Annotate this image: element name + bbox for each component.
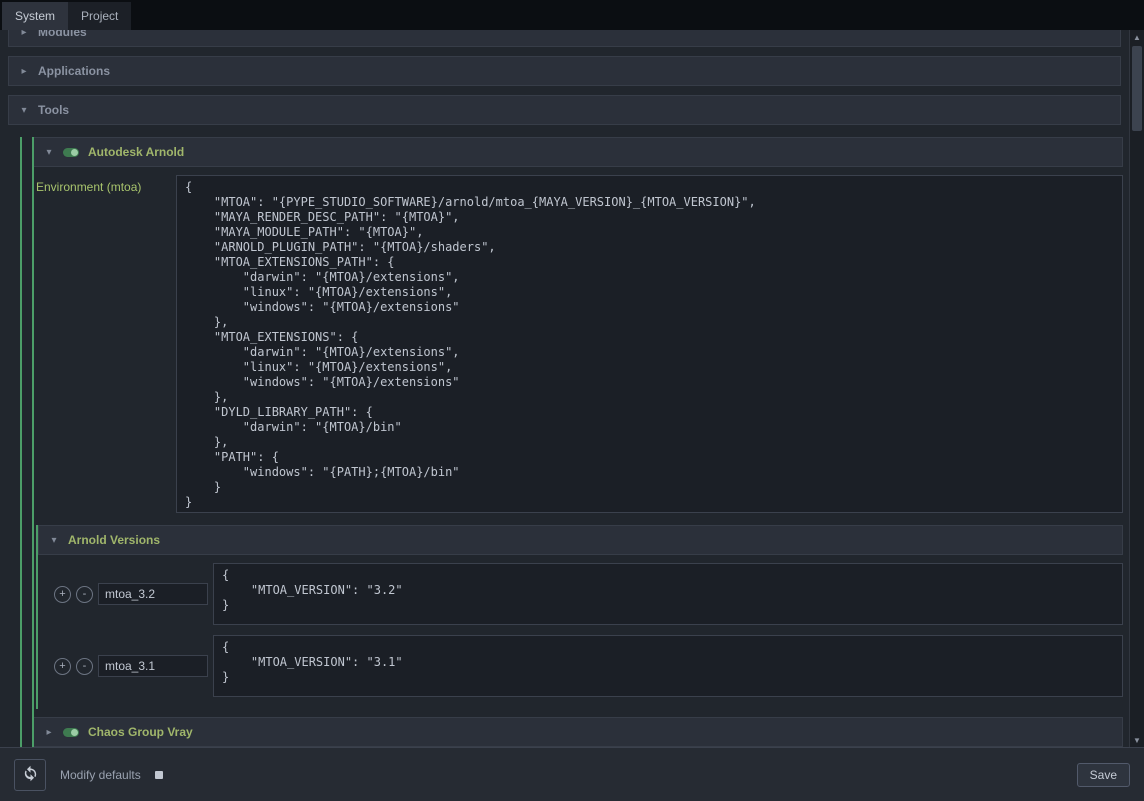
section-label: Tools [38,103,69,117]
version-key-input[interactable] [98,655,208,677]
section-label: Autodesk Arnold [88,145,184,159]
environment-json-textarea[interactable]: { "MTOA": "{PYPE_STUDIO_SOFTWARE}/arnold… [176,175,1123,513]
settings-content: ▸ Modules ▸ Applications ▾ Tools ▾ [0,30,1129,747]
arnold-versions-section: ▾ Arnold Versions + - { "MTOA_VERSION": … [36,525,1123,709]
arnold-versions-body: + - { "MTOA_VERSION": "3.2" } + - { "MTO… [38,555,1123,709]
chevron-right-icon: ▸ [44,727,54,738]
vertical-scrollbar: ▲ ▼ [1129,30,1144,747]
chevron-down-icon: ▾ [44,147,54,158]
scroll-up-icon[interactable]: ▲ [1130,30,1144,44]
section-label: Chaos Group Vray [88,725,193,739]
modify-defaults-checkbox[interactable] [155,771,163,779]
add-version-button[interactable]: + [54,586,71,603]
remove-version-button[interactable]: - [76,658,93,675]
save-button[interactable]: Save [1077,763,1130,787]
environment-row: Environment (mtoa) { "MTOA": "{PYPE_STUD… [34,175,1123,513]
settings-scroll-area: ▸ Modules ▸ Applications ▾ Tools ▾ [0,30,1144,747]
section-header-applications[interactable]: ▸ Applications [8,56,1121,86]
version-json-textarea[interactable]: { "MTOA_VERSION": "3.1" } [213,635,1123,697]
refresh-icon [22,765,39,785]
section-label: Arnold Versions [68,533,160,547]
tab-bar: System Project [0,0,1144,30]
tab-system[interactable]: System [2,2,68,30]
section-header-vray[interactable]: ▸ Chaos Group Vray [34,717,1123,747]
section-label: Applications [38,64,110,78]
enabled-toggle-icon[interactable] [63,728,79,737]
section-header-tools[interactable]: ▾ Tools [8,95,1121,125]
add-version-button[interactable]: + [54,658,71,675]
tab-project[interactable]: Project [68,2,131,30]
enabled-toggle-icon[interactable] [63,148,79,157]
section-header-arnold-versions[interactable]: ▾ Arnold Versions [38,525,1123,555]
settings-window: System Project ▸ Modules ▸ Applications … [0,0,1144,801]
chevron-right-icon: ▸ [19,66,29,77]
section-header-modules[interactable]: ▸ Modules [8,30,1121,47]
chevron-down-icon: ▾ [19,105,29,116]
chevron-down-icon: ▾ [49,535,59,546]
version-key-input[interactable] [98,583,208,605]
environment-label: Environment (mtoa) [36,175,176,513]
scrollbar-track[interactable] [1130,44,1144,733]
refresh-button[interactable] [14,759,46,791]
section-header-arnold[interactable]: ▾ Autodesk Arnold [34,137,1123,167]
remove-version-button[interactable]: - [76,586,93,603]
arnold-section: ▾ Autodesk Arnold Environment (mtoa) { "… [32,137,1123,747]
scrollbar-thumb[interactable] [1132,46,1142,131]
scroll-down-icon[interactable]: ▼ [1130,733,1144,747]
tools-body: ▾ Autodesk Arnold Environment (mtoa) { "… [20,137,1123,747]
version-row: + - { "MTOA_VERSION": "3.1" } [54,635,1123,697]
section-label: Modules [38,30,87,39]
version-json-textarea[interactable]: { "MTOA_VERSION": "3.2" } [213,563,1123,625]
chevron-right-icon: ▸ [19,30,29,38]
footer-bar: Modify defaults Save [0,747,1144,801]
version-row: + - { "MTOA_VERSION": "3.2" } [54,563,1123,625]
modify-defaults-label: Modify defaults [60,768,141,782]
